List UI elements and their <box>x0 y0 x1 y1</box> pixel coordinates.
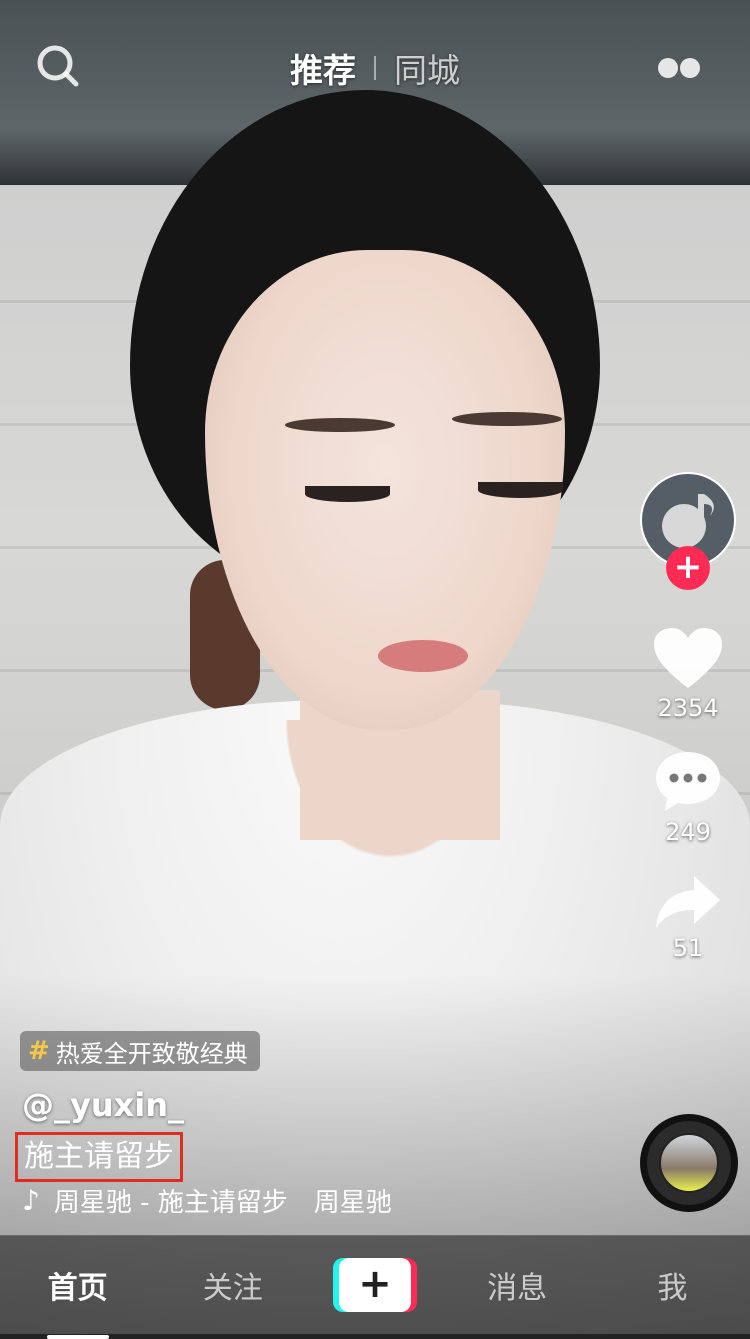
username[interactable]: @_yuxin_ <box>22 1086 184 1124</box>
like-button[interactable]: 2354 <box>652 626 724 722</box>
tab-divider <box>374 56 376 80</box>
add-video-button[interactable]: + <box>332 1258 417 1312</box>
video-caption: 施主请留步 <box>15 1132 183 1182</box>
follow-button[interactable]: + <box>666 546 710 590</box>
nav-messages[interactable]: 消息 <box>462 1263 572 1307</box>
heart-icon <box>654 628 722 688</box>
figure-eye-right <box>478 482 563 498</box>
nav-home[interactable]: 首页 <box>23 1263 133 1339</box>
comment-count: 249 <box>665 818 711 846</box>
hashtag-chip[interactable]: # 热爱全开致敬经典 <box>20 1031 260 1071</box>
tiktok-note-icon: ♪ <box>22 1183 40 1217</box>
figure-collar <box>200 720 580 970</box>
music-title: 周星驰 - 施主请留步 周星驰 <box>53 1187 392 1218</box>
figure-mouth <box>378 640 468 672</box>
hashtag-label: 热爱全开致敬经典 <box>55 1039 248 1068</box>
share-count: 51 <box>672 934 704 962</box>
music-disc-cover <box>659 1133 719 1193</box>
music-disc[interactable] <box>640 1114 738 1212</box>
figure-brow-left <box>285 418 395 432</box>
share-arrow-icon <box>656 876 720 928</box>
bottom-nav: 首页 关注 + 消息 我 <box>0 1235 750 1339</box>
music-ticker[interactable]: ♪ 周星驰 - 施主请留步 周星驰 <box>22 1182 417 1218</box>
comment-icon <box>656 752 720 811</box>
tab-recommend[interactable]: 推荐 <box>290 44 356 92</box>
creator-avatar-block: + <box>640 472 736 590</box>
nav-me[interactable]: 我 <box>617 1263 727 1307</box>
nav-following[interactable]: 关注 <box>178 1263 288 1307</box>
hashtag-icon: # <box>28 1036 50 1066</box>
top-tabs: 推荐 同城 <box>0 44 750 92</box>
share-button[interactable]: 51 <box>654 872 722 962</box>
comment-button[interactable]: 249 <box>653 748 723 846</box>
action-rail: + 2354 249 51 <box>638 472 738 988</box>
like-count: 2354 <box>657 694 719 722</box>
figure-brow-right <box>452 412 562 426</box>
figure-eye-left <box>305 486 390 502</box>
live-dots-icon[interactable] <box>658 58 700 78</box>
plus-icon: + <box>338 1258 411 1312</box>
tab-local[interactable]: 同城 <box>394 44 460 92</box>
